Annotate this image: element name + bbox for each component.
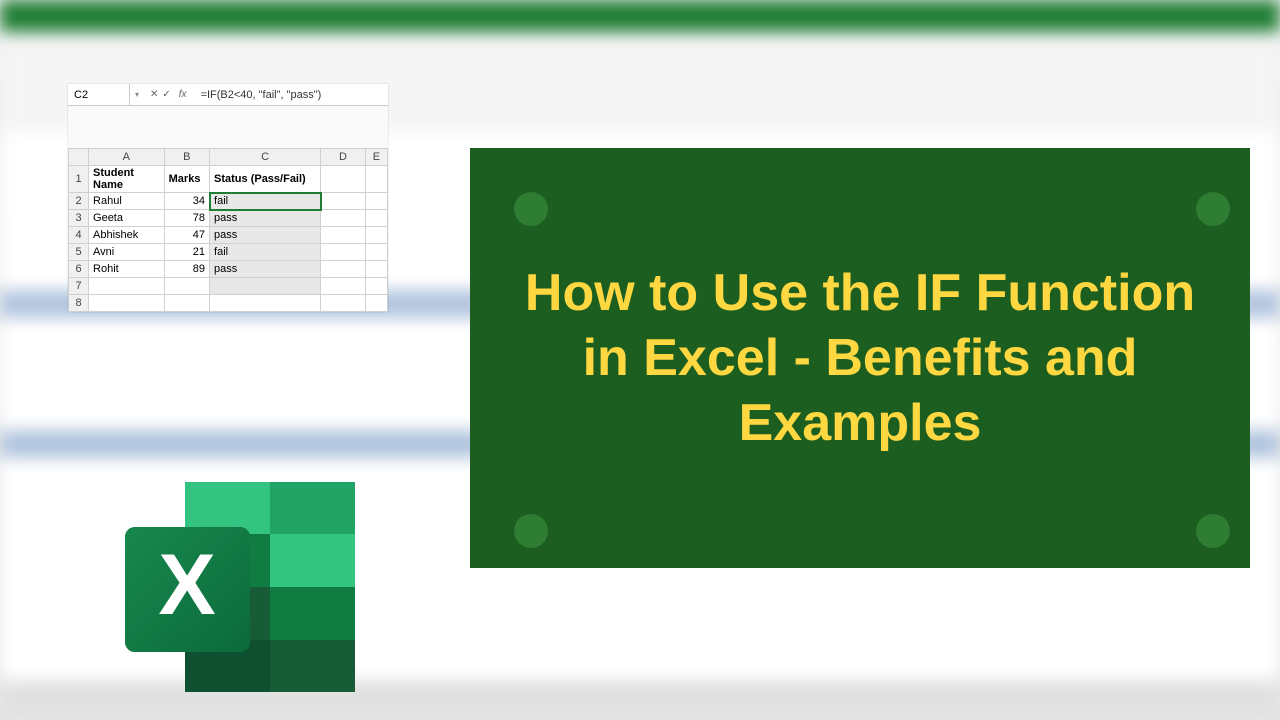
cell[interactable] [365, 166, 387, 193]
cell[interactable]: Marks [164, 166, 209, 193]
name-box-dropdown-icon[interactable]: ▾ [130, 90, 144, 99]
row-header[interactable]: 6 [69, 261, 89, 278]
decoration-dot [514, 514, 548, 548]
cell[interactable] [365, 261, 387, 278]
cell[interactable] [321, 166, 365, 193]
cell[interactable]: fail [210, 193, 321, 210]
cell[interactable] [365, 193, 387, 210]
enter-icon[interactable]: ✓ [162, 89, 170, 100]
col-header[interactable]: A [89, 149, 165, 166]
cell[interactable]: Status (Pass/Fail) [210, 166, 321, 193]
cell[interactable]: Student Name [89, 166, 165, 193]
cell[interactable] [321, 193, 365, 210]
spreadsheet-grid[interactable]: A B C D E 1 Student Name Marks Status (P… [68, 148, 388, 312]
decoration-dot [514, 192, 548, 226]
decoration-dot [1196, 192, 1230, 226]
cell[interactable]: fail [210, 244, 321, 261]
cell[interactable] [89, 295, 165, 312]
row-header[interactable]: 1 [69, 166, 89, 193]
cell[interactable]: pass [210, 210, 321, 227]
cell[interactable] [321, 227, 365, 244]
col-header[interactable]: D [321, 149, 365, 166]
cell[interactable] [164, 295, 209, 312]
formula-input[interactable]: =IF(B2<40, "fail", "pass") [197, 89, 388, 101]
row-header[interactable]: 8 [69, 295, 89, 312]
cell[interactable]: Avni [89, 244, 165, 261]
cell[interactable]: 78 [164, 210, 209, 227]
excel-snippet: C2 ▾ ✕ ✓ fx =IF(B2<40, "fail", "pass") A… [68, 84, 388, 312]
cell[interactable] [164, 278, 209, 295]
row-header[interactable]: 5 [69, 244, 89, 261]
row-header[interactable]: 3 [69, 210, 89, 227]
formula-bar-buttons: ✕ ✓ fx [144, 89, 197, 100]
svg-text:X: X [158, 537, 215, 633]
title-card: How to Use the IF Function in Excel - Be… [470, 148, 1250, 568]
name-box[interactable]: C2 [68, 84, 130, 105]
cell[interactable] [321, 295, 365, 312]
col-header[interactable]: E [365, 149, 387, 166]
row-header[interactable]: 2 [69, 193, 89, 210]
cell[interactable]: 47 [164, 227, 209, 244]
select-all-corner[interactable] [69, 149, 89, 166]
cell[interactable]: 34 [164, 193, 209, 210]
cell[interactable]: 89 [164, 261, 209, 278]
cell[interactable] [321, 261, 365, 278]
formula-bar: C2 ▾ ✕ ✓ fx =IF(B2<40, "fail", "pass") [68, 84, 388, 106]
row-header[interactable]: 7 [69, 278, 89, 295]
cell[interactable]: pass [210, 261, 321, 278]
cell[interactable] [365, 278, 387, 295]
cell[interactable]: 21 [164, 244, 209, 261]
cell[interactable]: Abhishek [89, 227, 165, 244]
excel-logo-icon: X [115, 472, 365, 702]
cell[interactable]: Rohit [89, 261, 165, 278]
cancel-icon[interactable]: ✕ [150, 89, 158, 100]
ribbon-spacer [68, 106, 388, 148]
cell[interactable] [321, 210, 365, 227]
col-header[interactable]: C [210, 149, 321, 166]
cell[interactable]: Rahul [89, 193, 165, 210]
row-header[interactable]: 4 [69, 227, 89, 244]
cell[interactable] [365, 244, 387, 261]
decoration-dot [1196, 514, 1230, 548]
title-text: How to Use the IF Function in Excel - Be… [510, 261, 1210, 456]
cell[interactable]: Geeta [89, 210, 165, 227]
cell[interactable] [365, 295, 387, 312]
cell[interactable] [321, 244, 365, 261]
cell[interactable] [89, 278, 165, 295]
cell[interactable]: pass [210, 227, 321, 244]
cell[interactable] [365, 227, 387, 244]
cell[interactable] [365, 210, 387, 227]
cell[interactable] [210, 278, 321, 295]
cell[interactable] [210, 295, 321, 312]
col-header[interactable]: B [164, 149, 209, 166]
fx-icon[interactable]: fx [175, 89, 191, 100]
cell[interactable] [321, 278, 365, 295]
